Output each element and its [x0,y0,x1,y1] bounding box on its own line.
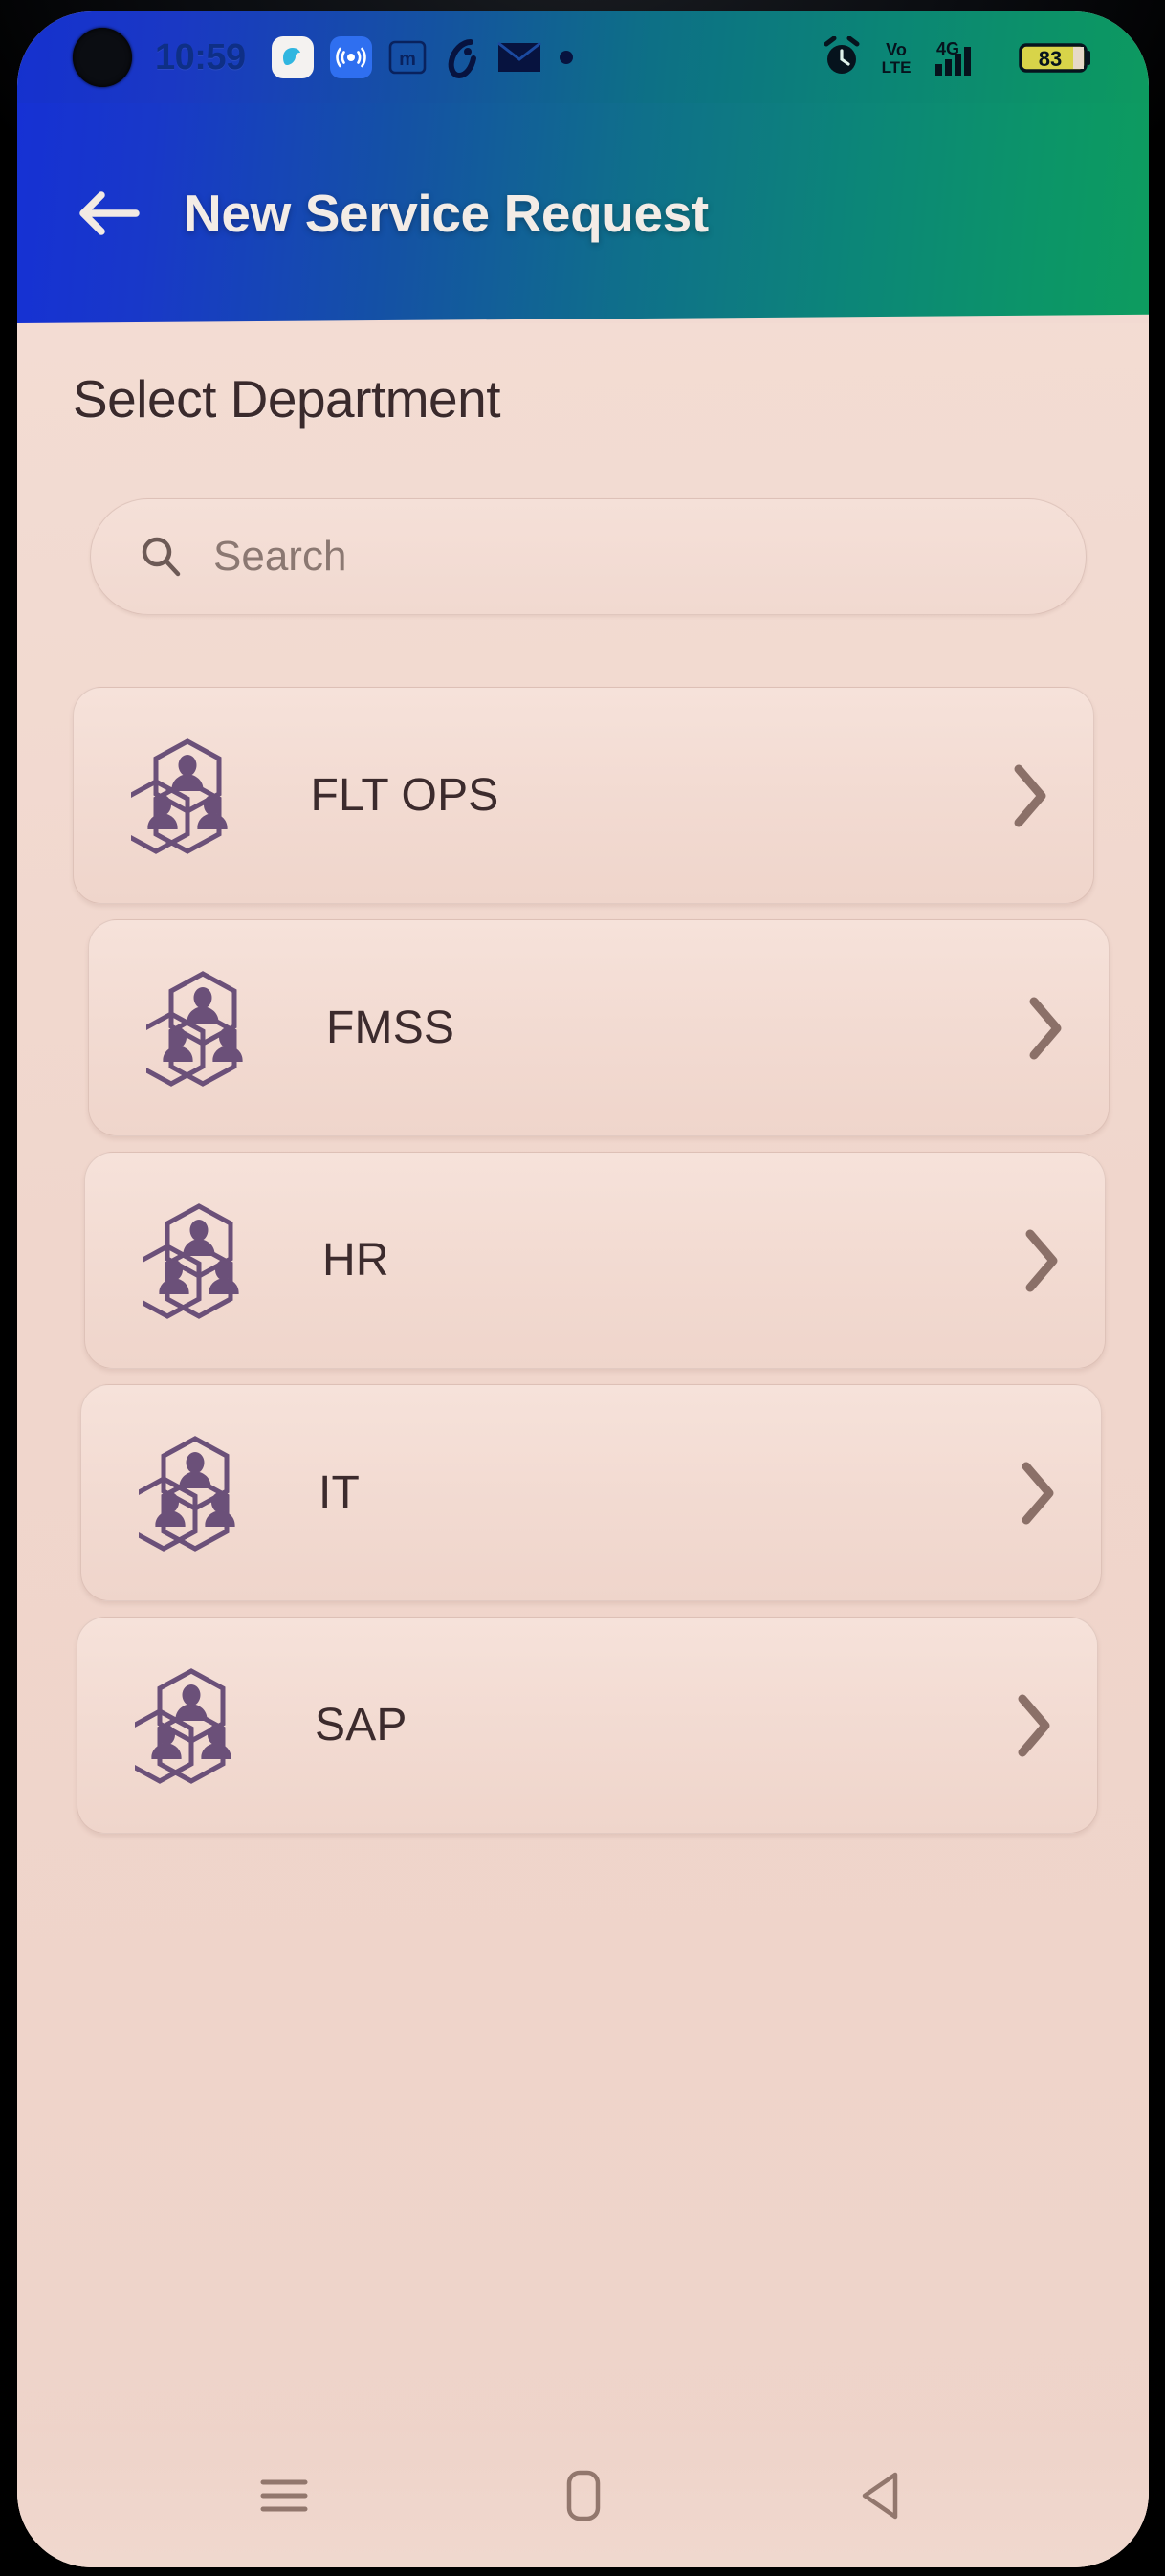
dot-icon [559,51,573,64]
status-right-icons: Vo LTE 4G 83 [822,35,1124,79]
app-bar-title: New Service Request [184,184,709,243]
recents-menu-icon[interactable] [257,2475,311,2517]
status-clock: 10:59 [155,36,246,77]
search-input[interactable]: Search [90,498,1087,615]
envelope-icon [496,41,541,72]
department-item-it[interactable]: IT [80,1384,1102,1601]
org-team-hexagon-icon [130,738,228,854]
back-triangle-icon[interactable] [857,2469,909,2522]
volte-bottom-text: LTE [882,58,912,77]
status-bar: 10:59 m Vo LTE 4G 83 [17,11,1149,103]
department-label: FMSS [326,1002,455,1053]
department-item-flt-ops[interactable]: FLT OPS [72,687,1094,904]
department-item-hr[interactable]: HR [84,1152,1106,1369]
broadcast-app-icon [329,36,372,78]
chevron-right-icon[interactable] [1017,1460,1059,1527]
chevron-right-icon[interactable] [1021,1227,1063,1294]
org-team-hexagon-icon [139,1435,235,1552]
android-nav-bar [17,2424,1149,2567]
page-title: Select Department [73,369,501,429]
chevron-right-icon[interactable] [1024,995,1066,1062]
battery-icon: 83 [1019,43,1090,73]
phone-screen: 10:59 m Vo LTE 4G 83 New Service Request… [17,11,1149,2567]
department-label: HR [322,1235,389,1286]
content-area: Select Department Search FLT OPS FMSS HR… [17,323,1149,2567]
alarm-clock-icon [824,36,860,74]
chevron-right-icon[interactable] [1009,762,1051,829]
phone-frame: 10:59 m Vo LTE 4G 83 New Service Request… [0,0,1165,2576]
department-list: FLT OPS FMSS HR IT SAP [17,687,1149,1849]
department-label: FLT OPS [310,770,499,821]
search-placeholder: Search [213,533,347,580]
battery-percent-text: 83 [1039,47,1062,71]
volte-top-text: Vo [886,40,907,59]
notification-icons: m [271,35,576,79]
app-white-rounded-icon [271,36,314,78]
department-label: IT [319,1467,361,1518]
org-team-hexagon-icon [146,970,243,1087]
arrow-left-icon[interactable] [77,187,140,240]
volte-icon: Vo LTE [882,40,912,77]
home-square-icon[interactable] [561,2468,606,2523]
airtel-icon [448,39,476,79]
4g-signal-icon: 4G [935,39,971,76]
search-icon [142,537,181,577]
department-label: SAP [315,1700,407,1750]
app-bar: New Service Request [17,103,1149,323]
m-app-icon: m [388,40,427,75]
department-item-fmss[interactable]: FMSS [88,919,1110,1136]
org-team-hexagon-icon [135,1667,231,1784]
org-team-hexagon-icon [143,1202,239,1319]
camera-punch-hole [73,28,132,87]
chevron-right-icon[interactable] [1013,1692,1055,1759]
department-item-sap[interactable]: SAP [77,1617,1098,1834]
svg-text:m: m [399,49,416,70]
